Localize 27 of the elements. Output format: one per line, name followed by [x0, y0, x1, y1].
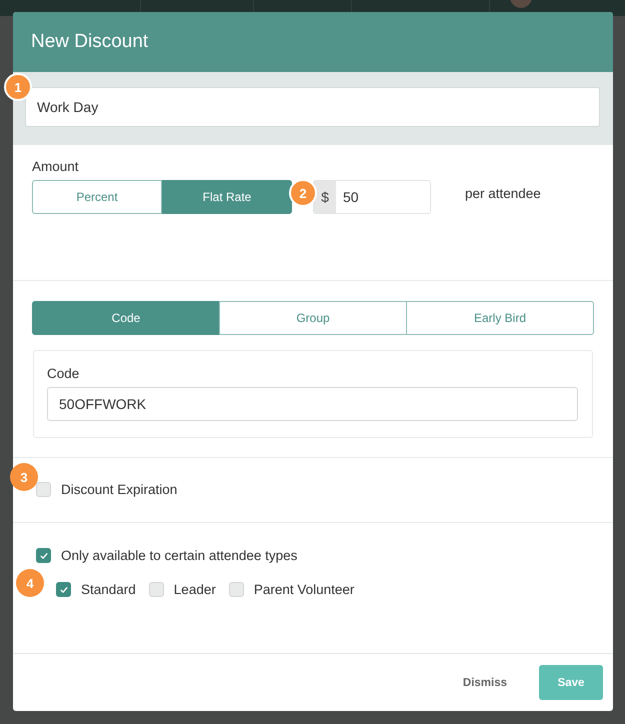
checkmark-icon: [38, 550, 48, 560]
dismiss-button[interactable]: Dismiss: [456, 676, 513, 690]
checkbox[interactable]: [56, 582, 71, 597]
checkbox[interactable]: [36, 548, 51, 563]
checkbox-label: Standard: [81, 582, 136, 597]
checkbox-label: Discount Expiration: [61, 482, 178, 497]
discount-type-tab[interactable]: Group: [219, 301, 407, 335]
checkbox-label: Leader: [174, 582, 216, 597]
amount-mode-button[interactable]: Percent: [32, 180, 162, 214]
step-badge: 4: [16, 569, 44, 597]
dialog-title: New Discount: [31, 31, 148, 53]
code-label: Code: [47, 366, 80, 381]
save-button[interactable]: Save: [539, 665, 603, 700]
checkbox-label: Parent Volunteer: [254, 582, 354, 597]
discount-type-tab[interactable]: Code: [32, 301, 220, 335]
amount-label: Amount: [32, 159, 80, 174]
checkmark-icon: [58, 584, 68, 594]
amount-field[interactable]: $ 50: [313, 180, 431, 214]
name-field[interactable]: Work Day: [25, 87, 600, 127]
step-badge: 2: [289, 179, 317, 207]
step-badge: 1: [4, 73, 32, 101]
discount-type-tab[interactable]: Early Bird: [406, 301, 594, 335]
code-field[interactable]: 50OFFWORK: [47, 387, 578, 421]
checkbox-label: Only available to certain attendee types: [61, 548, 298, 563]
step-badge: 3: [10, 463, 38, 491]
per-attendee-label: per attendee: [465, 186, 541, 200]
amount-mode-button[interactable]: Flat Rate: [162, 180, 292, 214]
